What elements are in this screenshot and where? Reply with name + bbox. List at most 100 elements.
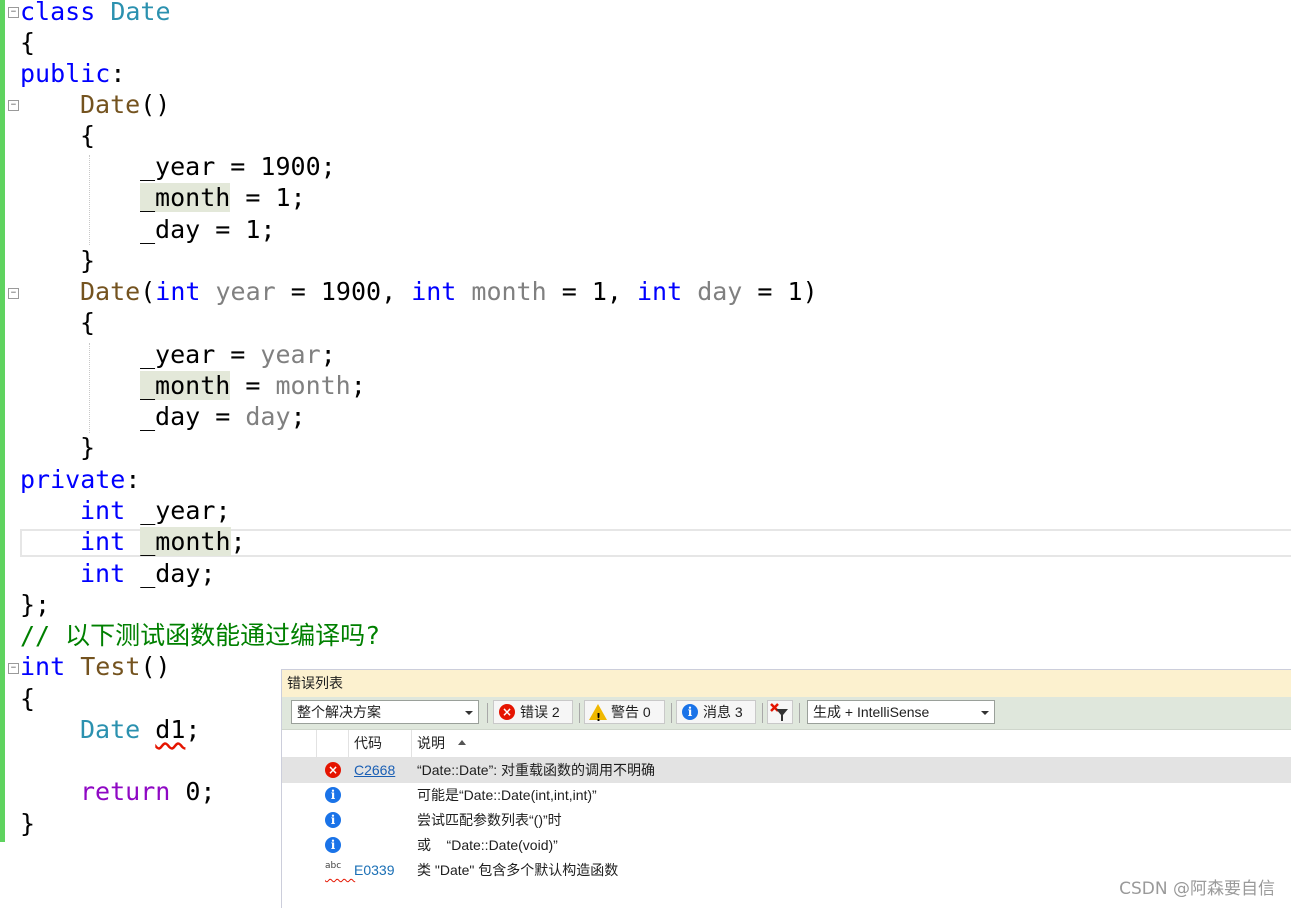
clear-filter-button[interactable] [767,700,793,724]
chevron-down-icon [981,711,989,715]
code-line: Date() [80,89,170,120]
class-name-token: Date [110,0,171,26]
code-line: _year = 1900; [140,151,336,182]
indent-guide [89,343,90,433]
info-icon: i [682,704,698,720]
statement-token: _year = [140,340,261,369]
code-line: Date(int year = 1900, int month = 1, int… [80,276,818,307]
info-row[interactable]: i 可能是“Date::Date(int,int,int)” [282,783,1291,808]
errors-filter-button[interactable]: × 错误 2 [493,700,573,724]
code-line: } [80,432,95,463]
keyword-token: public [20,59,111,88]
code-line: }; [20,589,50,620]
watermark: CSDN @阿森要自信 [1119,879,1275,899]
column-header-code[interactable]: 代码 [354,730,382,757]
code-line: _day = day; [140,401,306,432]
chevron-down-icon [465,711,473,715]
code-line: _month = month; [140,370,366,401]
statement-token: _year; [125,496,231,525]
error-squiggle-token[interactable]: d1 [155,715,185,744]
parameter-token: year [215,277,276,306]
collapse-icon[interactable]: − [8,100,19,111]
highlighted-reference: _month [140,183,231,212]
code-line: } [20,808,35,839]
punct-token: { [20,684,36,713]
code-line: { [80,120,95,151]
info-description: 尝试匹配参数列表“()”时 [417,812,562,828]
column-header-description[interactable]: 说明 [417,730,445,757]
code-line: } [80,245,95,276]
code-line: { [20,683,35,714]
code-line: { [20,27,35,58]
error-code: E0339 [354,862,395,878]
punct-token: ; [185,715,201,744]
info-description: 可能是“Date::Date(int,int,int)” [417,787,597,803]
punct-token: : [125,465,141,494]
code-line: { [80,307,95,338]
code-line: int Test() [20,651,171,682]
errors-button-label: 错误 2 [520,704,560,720]
parameter-token: day [245,402,291,431]
class-name-token: Date [80,715,141,744]
spelling-icon-glyph: abc [325,861,342,871]
warnings-filter-button[interactable]: ! 警告 0 [584,700,665,724]
scope-dropdown[interactable]: 整个解决方案 [291,700,479,724]
code-line: _year = year; [140,339,336,370]
keyword-token: int [411,277,457,306]
punct-token: : [110,59,126,88]
punct-token: } [80,433,96,462]
error-code-link[interactable]: C2668 [354,758,395,783]
keyword-token: class [20,0,111,26]
info-icon: i [325,812,341,828]
sort-ascending-icon [458,740,466,745]
code-line: class Date [20,0,171,27]
punct-token: ; [350,371,366,400]
info-icon: i [325,787,341,803]
info-row[interactable]: i 或 “Date::Date(void)” [282,833,1291,858]
info-row[interactable]: i 尝试匹配参数列表“()”时 [282,808,1291,833]
toolbar-separator [799,703,800,723]
punct-token: { [80,121,96,150]
scope-dropdown-value: 整个解决方案 [297,704,381,720]
code-line: private: [20,464,140,495]
punct-token: ; [320,340,336,369]
punct-token: ; [230,527,246,556]
collapse-icon[interactable]: − [8,7,19,18]
error-icon: × [499,704,515,720]
parameter-token: day [697,277,743,306]
code-line: _day = 1; [140,214,275,245]
punct-token: { [80,308,96,337]
function-token: Date [80,90,141,119]
messages-filter-button[interactable]: i 消息 3 [676,700,756,724]
toolbar-separator [487,703,488,723]
statement-token: _day = 1; [140,215,276,244]
punct-token: ; [290,402,306,431]
statement-token: _day; [125,559,216,588]
messages-button-label: 消息 3 [703,704,743,720]
collapse-icon[interactable]: − [8,288,19,299]
keyword-token: int [20,652,66,681]
source-dropdown[interactable]: 生成 + IntelliSense [807,700,995,724]
comment-token: // 以下测试函数能通过编译吗? [20,621,381,650]
code-line: int _year; [80,495,231,526]
indent-guide [89,155,90,245]
error-list-toolbar: 整个解决方案 × 错误 2 ! 警告 0 i 消息 3 生成 + Intelli… [282,697,1291,730]
punct-token: { [20,28,36,57]
code-line: // 以下测试函数能通过编译吗? [20,620,380,651]
code-line: int _month; [80,526,246,557]
source-dropdown-value: 生成 + IntelliSense [813,704,930,720]
punct-token: } [80,246,96,275]
highlighted-reference: _month [140,371,231,400]
collapse-icon[interactable]: − [8,663,19,674]
panel-title: 错误列表 [282,670,1291,697]
error-row[interactable]: × C2668 “Date::Date”: 对重载函数的调用不明确 [282,758,1291,783]
code-line: int _day; [80,558,215,589]
error-list-header: 代码 说明 [282,730,1291,758]
control-keyword-token: return [80,777,171,806]
toolbar-separator [671,703,672,723]
keyword-token: int [80,527,126,556]
